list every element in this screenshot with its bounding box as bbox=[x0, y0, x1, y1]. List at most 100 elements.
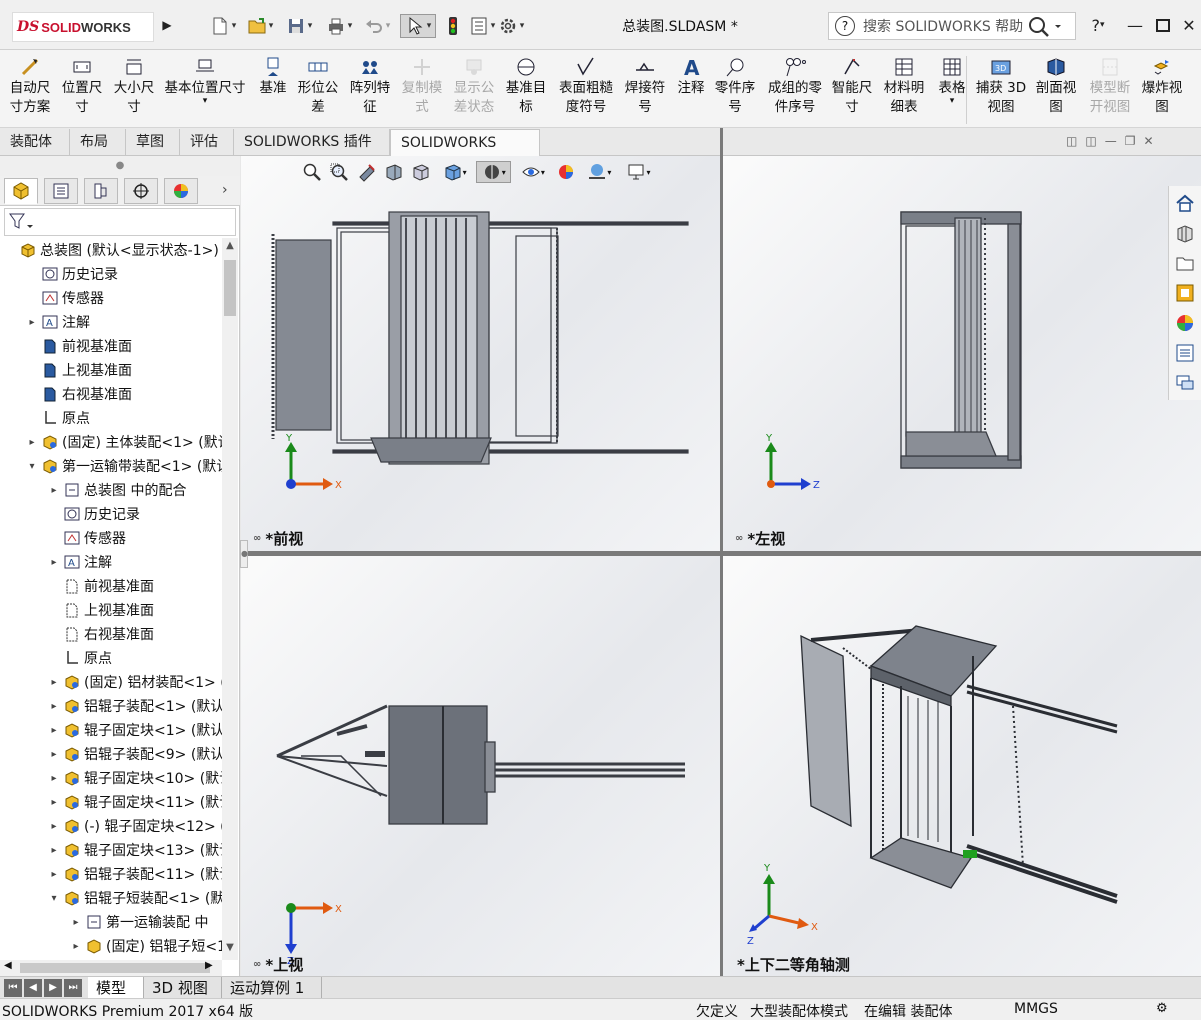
tree-node[interactable]: 上视基准面 bbox=[26, 358, 132, 382]
cmd-stacked-balloon-button[interactable]: 成组的零 件序号 bbox=[764, 56, 826, 117]
zoom-to-area-button[interactable] bbox=[327, 161, 350, 183]
tree-node[interactable]: ▸ 铝辊子装配<11> (默认 bbox=[48, 862, 222, 886]
menu-expand-arrow-icon[interactable]: ▶ bbox=[160, 14, 174, 36]
forum-tab[interactable] bbox=[1172, 370, 1198, 396]
undo-button[interactable]: ▾ bbox=[362, 14, 392, 38]
viewport-horizontal-splitter[interactable] bbox=[240, 551, 1201, 556]
hide-show-items-button[interactable]: ▾ bbox=[515, 161, 550, 183]
panel-collapse-handle[interactable]: ● bbox=[240, 540, 248, 568]
tree-node[interactable]: 上视基准面 bbox=[48, 598, 154, 622]
tree-filter[interactable] bbox=[4, 208, 236, 236]
bottom-tab-1[interactable]: 3D 视图 bbox=[144, 977, 222, 999]
tree-node[interactable]: 总装图 (默认<显示状态-1>) bbox=[4, 238, 219, 262]
apply-scene-button[interactable]: ▾ bbox=[582, 161, 617, 183]
prev-tab-icon[interactable]: ◀ bbox=[24, 979, 42, 997]
propertymanager-tab[interactable] bbox=[44, 178, 78, 204]
tree-node[interactable]: ▸ A 注解 bbox=[48, 550, 112, 574]
tree-node[interactable]: ▸ 铝辊子装配<9> (默认 bbox=[48, 742, 222, 766]
expand-arrow-icon[interactable]: ▸ bbox=[48, 845, 60, 856]
tree-node[interactable]: 右视基准面 bbox=[26, 382, 132, 406]
view-palette-tab[interactable] bbox=[1172, 280, 1198, 306]
tree-node[interactable]: ▸ 辊子固定块<10> (默认 bbox=[48, 766, 222, 790]
tab-4[interactable]: SOLIDWORKS 插件 bbox=[234, 129, 390, 156]
configurationmanager-tab[interactable] bbox=[84, 178, 118, 204]
edit-appearance-button[interactable] bbox=[554, 161, 577, 183]
expand-arrow-icon[interactable]: ▸ bbox=[70, 917, 82, 928]
viewport-left[interactable]: Y Z ∞ *左视 bbox=[723, 156, 1201, 551]
customize-status-icon[interactable]: ⚙ bbox=[1156, 1001, 1168, 1016]
cmd-note-button[interactable]: A 注释 bbox=[674, 56, 708, 98]
expand-arrow-icon[interactable]: ▸ bbox=[48, 485, 60, 496]
cmd-pattern-feature-button[interactable]: 阵列特征 bbox=[346, 56, 394, 117]
tree-node[interactable]: ▸ (固定) 铝辊子短<1 bbox=[70, 934, 222, 958]
tree-node[interactable]: ▸ 辊子固定块<1> (默认 bbox=[48, 718, 222, 742]
minimize-button[interactable]: — bbox=[1122, 12, 1148, 38]
tree-node[interactable]: 原点 bbox=[26, 406, 90, 430]
chevron-down-icon[interactable]: ▾ bbox=[203, 96, 208, 106]
cmd-table-button[interactable]: 表格 ▾ bbox=[934, 56, 970, 106]
expand-arrow-icon[interactable]: ▸ bbox=[48, 701, 60, 712]
maximize-button[interactable] bbox=[1150, 12, 1176, 38]
tree-node[interactable]: ▸ A 注解 bbox=[26, 310, 90, 334]
viewport-restore-icon[interactable]: ❐ bbox=[1125, 134, 1136, 154]
tree-node[interactable]: ▸ (固定) 主体装配<1> (默认 bbox=[26, 430, 222, 454]
tree-node[interactable]: ▸ 铝辊子装配<1> (默认 bbox=[48, 694, 222, 718]
panel-grip[interactable]: ● bbox=[0, 156, 240, 176]
display-style-button[interactable]: ▾ bbox=[476, 161, 512, 183]
cmd-copy-scheme-button[interactable]: 复制模式 bbox=[398, 56, 446, 117]
expand-arrow-icon[interactable]: ▸ bbox=[48, 821, 60, 832]
appearances-tab[interactable] bbox=[1172, 310, 1198, 336]
next-tab-icon[interactable]: ▶ bbox=[44, 979, 62, 997]
previous-view-button[interactable] bbox=[355, 161, 378, 183]
tree-node[interactable]: ▾ 铝辊子短装配<1> (默认 bbox=[48, 886, 222, 910]
tree-node[interactable]: ▸ 辊子固定块<13> (默认 bbox=[48, 838, 222, 862]
cmd-smart-dimension-button[interactable]: 智能尺寸 bbox=[830, 56, 874, 117]
cmd-exploded-view-button[interactable]: 爆炸视图 bbox=[1138, 56, 1186, 117]
new-document-button[interactable]: ▾ bbox=[208, 14, 238, 38]
cmd-model-break-view-button[interactable]: 模型断 开视图 bbox=[1086, 56, 1134, 117]
tab-0[interactable]: 装配体 bbox=[0, 129, 70, 156]
cmd-datum-button[interactable]: 基准 bbox=[256, 56, 290, 98]
search-box[interactable]: ? 搜索 SOLIDWORKS 帮助 bbox=[828, 12, 1076, 40]
cmd-weld-symbol-button[interactable]: 焊接符号 bbox=[620, 56, 670, 117]
section-view-button[interactable] bbox=[382, 161, 405, 183]
file-explorer-tab[interactable] bbox=[1172, 250, 1198, 276]
viewport-front[interactable]: Y X ∞ *前视 bbox=[241, 156, 720, 551]
tree-node[interactable]: 传感器 bbox=[48, 526, 126, 550]
viewport-top[interactable]: X Z ∞ *上视 bbox=[241, 556, 720, 976]
tree-node[interactable]: 传感器 bbox=[26, 286, 104, 310]
expand-arrow-icon[interactable]: ▸ bbox=[26, 317, 38, 328]
collapse-arrow-icon[interactable]: ▾ bbox=[26, 461, 38, 472]
search-icon[interactable] bbox=[1023, 15, 1063, 39]
chevron-down-icon[interactable]: ▾ bbox=[950, 96, 955, 106]
scroll-down-icon[interactable]: ▼ bbox=[222, 942, 238, 958]
scroll-left-icon[interactable]: ◀ bbox=[4, 960, 12, 971]
viewport-minimize-icon[interactable]: — bbox=[1105, 134, 1117, 154]
tree-node[interactable]: 前视基准面 bbox=[48, 574, 154, 598]
viewport-isometric[interactable]: Y X Z *上下二等角轴测 bbox=[723, 556, 1201, 976]
cmd-size-dimension-button[interactable]: 大小尺寸 bbox=[110, 56, 158, 117]
file-properties-button[interactable]: ▾ bbox=[468, 14, 496, 38]
bottom-tab-2[interactable]: 运动算例 1 bbox=[222, 977, 322, 999]
tree-node[interactable]: ▸ 第一运输装配 中 bbox=[70, 910, 208, 934]
cmd-capture-3d-view-button[interactable]: 3D 捕获 3D 视图 bbox=[974, 56, 1028, 117]
tab-5[interactable]: SOLIDWORKS MBD bbox=[390, 129, 540, 178]
expand-arrow-icon[interactable]: ▸ bbox=[48, 749, 60, 760]
scroll-right-icon[interactable]: ▶ bbox=[205, 960, 213, 971]
open-button[interactable]: ▾ bbox=[245, 14, 275, 38]
cmd-geometric-tolerance-button[interactable]: 形位公差 bbox=[294, 56, 342, 117]
cmd-basic-location-dimension-button[interactable]: 基本位置尺寸 ▾ bbox=[160, 56, 250, 106]
dynamic-annotation-button[interactable] bbox=[410, 161, 433, 183]
expand-arrow-icon[interactable]: ▸ bbox=[48, 773, 60, 784]
cmd-auto-dimension-button[interactable]: 自动尺 寸方案 bbox=[6, 56, 54, 117]
tree-node[interactable]: 原点 bbox=[48, 646, 112, 670]
tree-node[interactable]: ▾ 第一运输带装配<1> (默认 bbox=[26, 454, 222, 478]
design-library-tab[interactable] bbox=[1172, 220, 1198, 246]
expand-arrow-icon[interactable]: ▸ bbox=[48, 797, 60, 808]
cmd-datum-target-button[interactable]: 基准目标 bbox=[502, 56, 550, 117]
save-button[interactable]: ▾ bbox=[284, 14, 314, 38]
tab-2[interactable]: 草图 bbox=[126, 129, 180, 156]
viewport-close-icon[interactable]: ✕ bbox=[1143, 134, 1153, 154]
scroll-thumb[interactable] bbox=[224, 260, 236, 316]
expand-arrow-icon[interactable]: ▸ bbox=[48, 725, 60, 736]
